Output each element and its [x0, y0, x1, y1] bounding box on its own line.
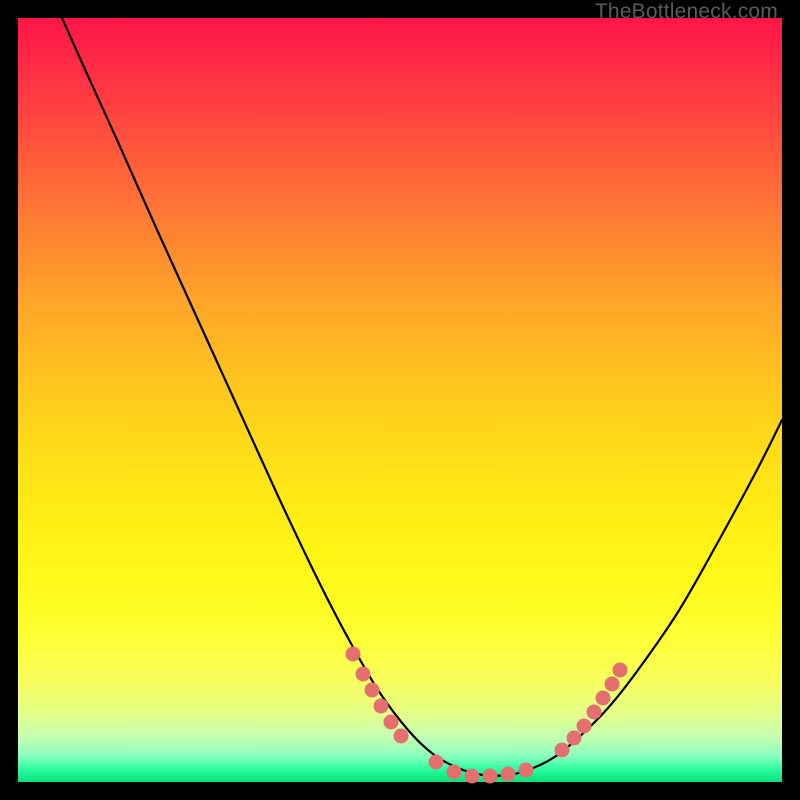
- chart-stage: TheBottleneck.com: [0, 0, 800, 800]
- data-point: [596, 691, 611, 706]
- data-point: [356, 667, 371, 682]
- curve-layer: [18, 18, 782, 782]
- data-point-markers: [346, 647, 628, 784]
- data-point: [374, 699, 389, 714]
- data-point: [613, 663, 628, 678]
- data-point: [567, 731, 582, 746]
- data-point: [577, 719, 592, 734]
- data-point: [483, 769, 498, 784]
- data-point: [587, 705, 602, 720]
- data-point: [365, 683, 380, 698]
- bottleneck-curve: [62, 18, 782, 776]
- data-point: [346, 647, 361, 662]
- data-point: [447, 765, 462, 780]
- data-point: [429, 755, 444, 770]
- data-point: [501, 767, 516, 782]
- data-point: [394, 729, 409, 744]
- data-point: [605, 677, 620, 692]
- data-point: [519, 763, 534, 778]
- data-point: [555, 743, 570, 758]
- data-point: [384, 715, 399, 730]
- data-point: [465, 769, 480, 784]
